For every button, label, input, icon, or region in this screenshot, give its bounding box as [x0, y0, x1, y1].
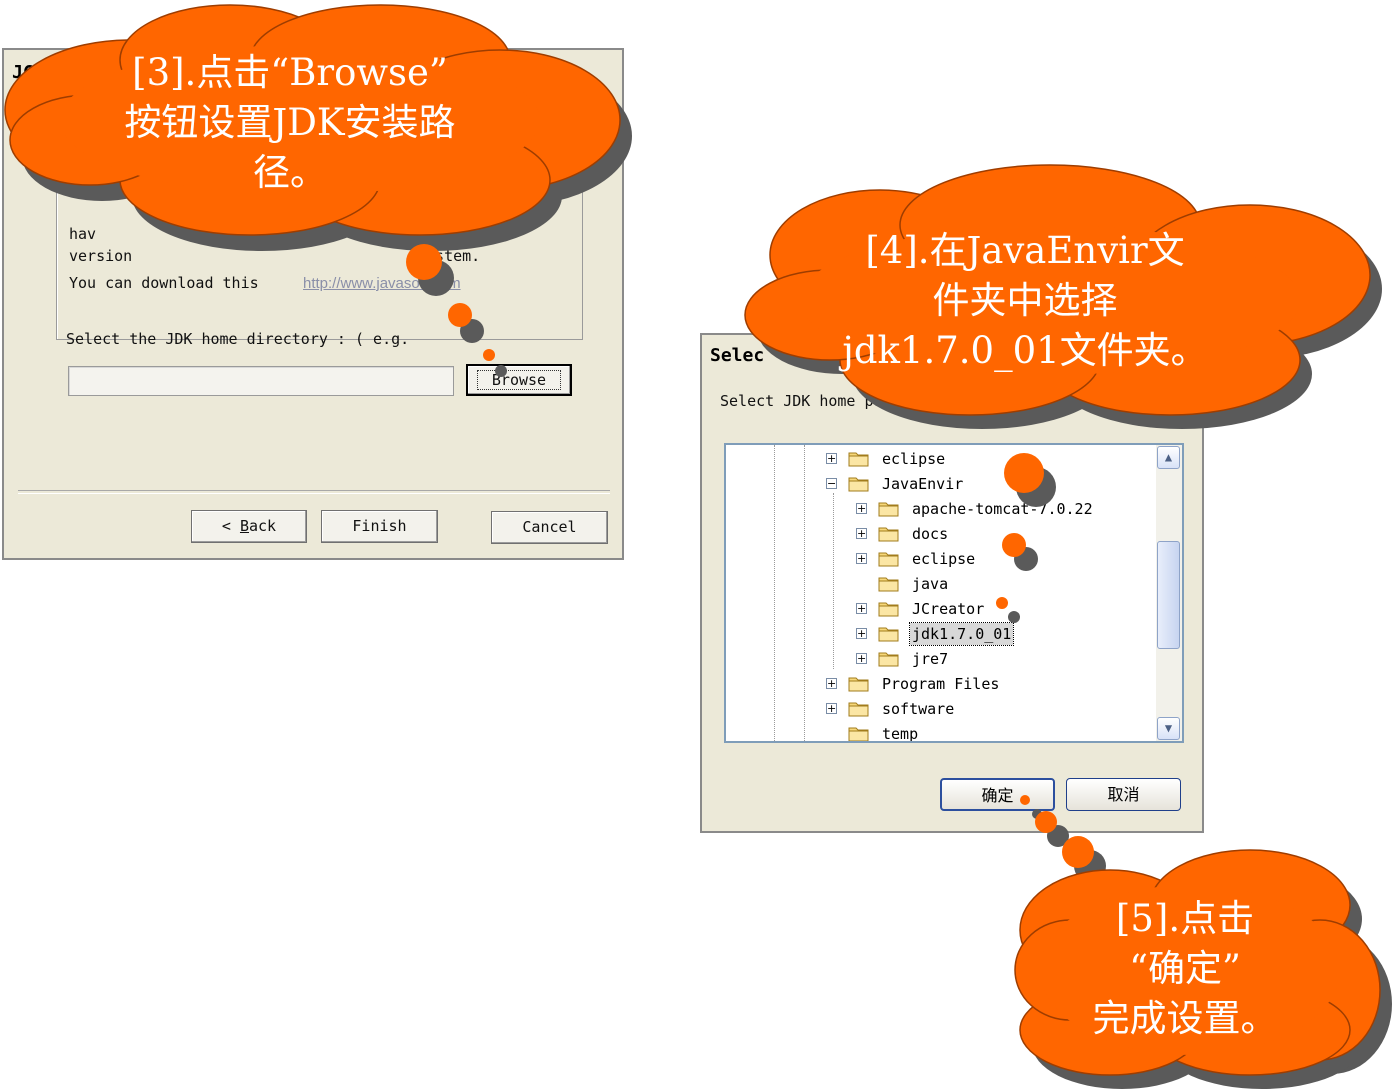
- callout-3-line2: 按钮设置JDK安装路: [124, 101, 456, 144]
- callout-5-line2: “确定”: [1129, 947, 1241, 990]
- callout-5-text: [5].点击 “确定” 完成设置。: [1050, 894, 1320, 1044]
- callout-4-line1: [4].在JavaEnvir文: [865, 229, 1185, 272]
- callout-3-line3: 径。: [253, 151, 327, 194]
- callout-4-text: [4].在JavaEnvir文 件夹中选择 jdk1.7.0_01文件夹。: [790, 226, 1260, 376]
- callout-5-line3: 完成设置。: [1092, 997, 1278, 1040]
- callout-3-line1: [3].点击“Browse”: [132, 51, 448, 94]
- callout-4-line3: jdk1.7.0_01文件夹。: [842, 329, 1208, 372]
- callout-4-line2: 件夹中选择: [932, 279, 1118, 322]
- callout-5-line1: [5].点击: [1115, 897, 1255, 940]
- callout-3-text: [3].点击“Browse” 按钮设置JDK安装路 径。: [40, 48, 540, 198]
